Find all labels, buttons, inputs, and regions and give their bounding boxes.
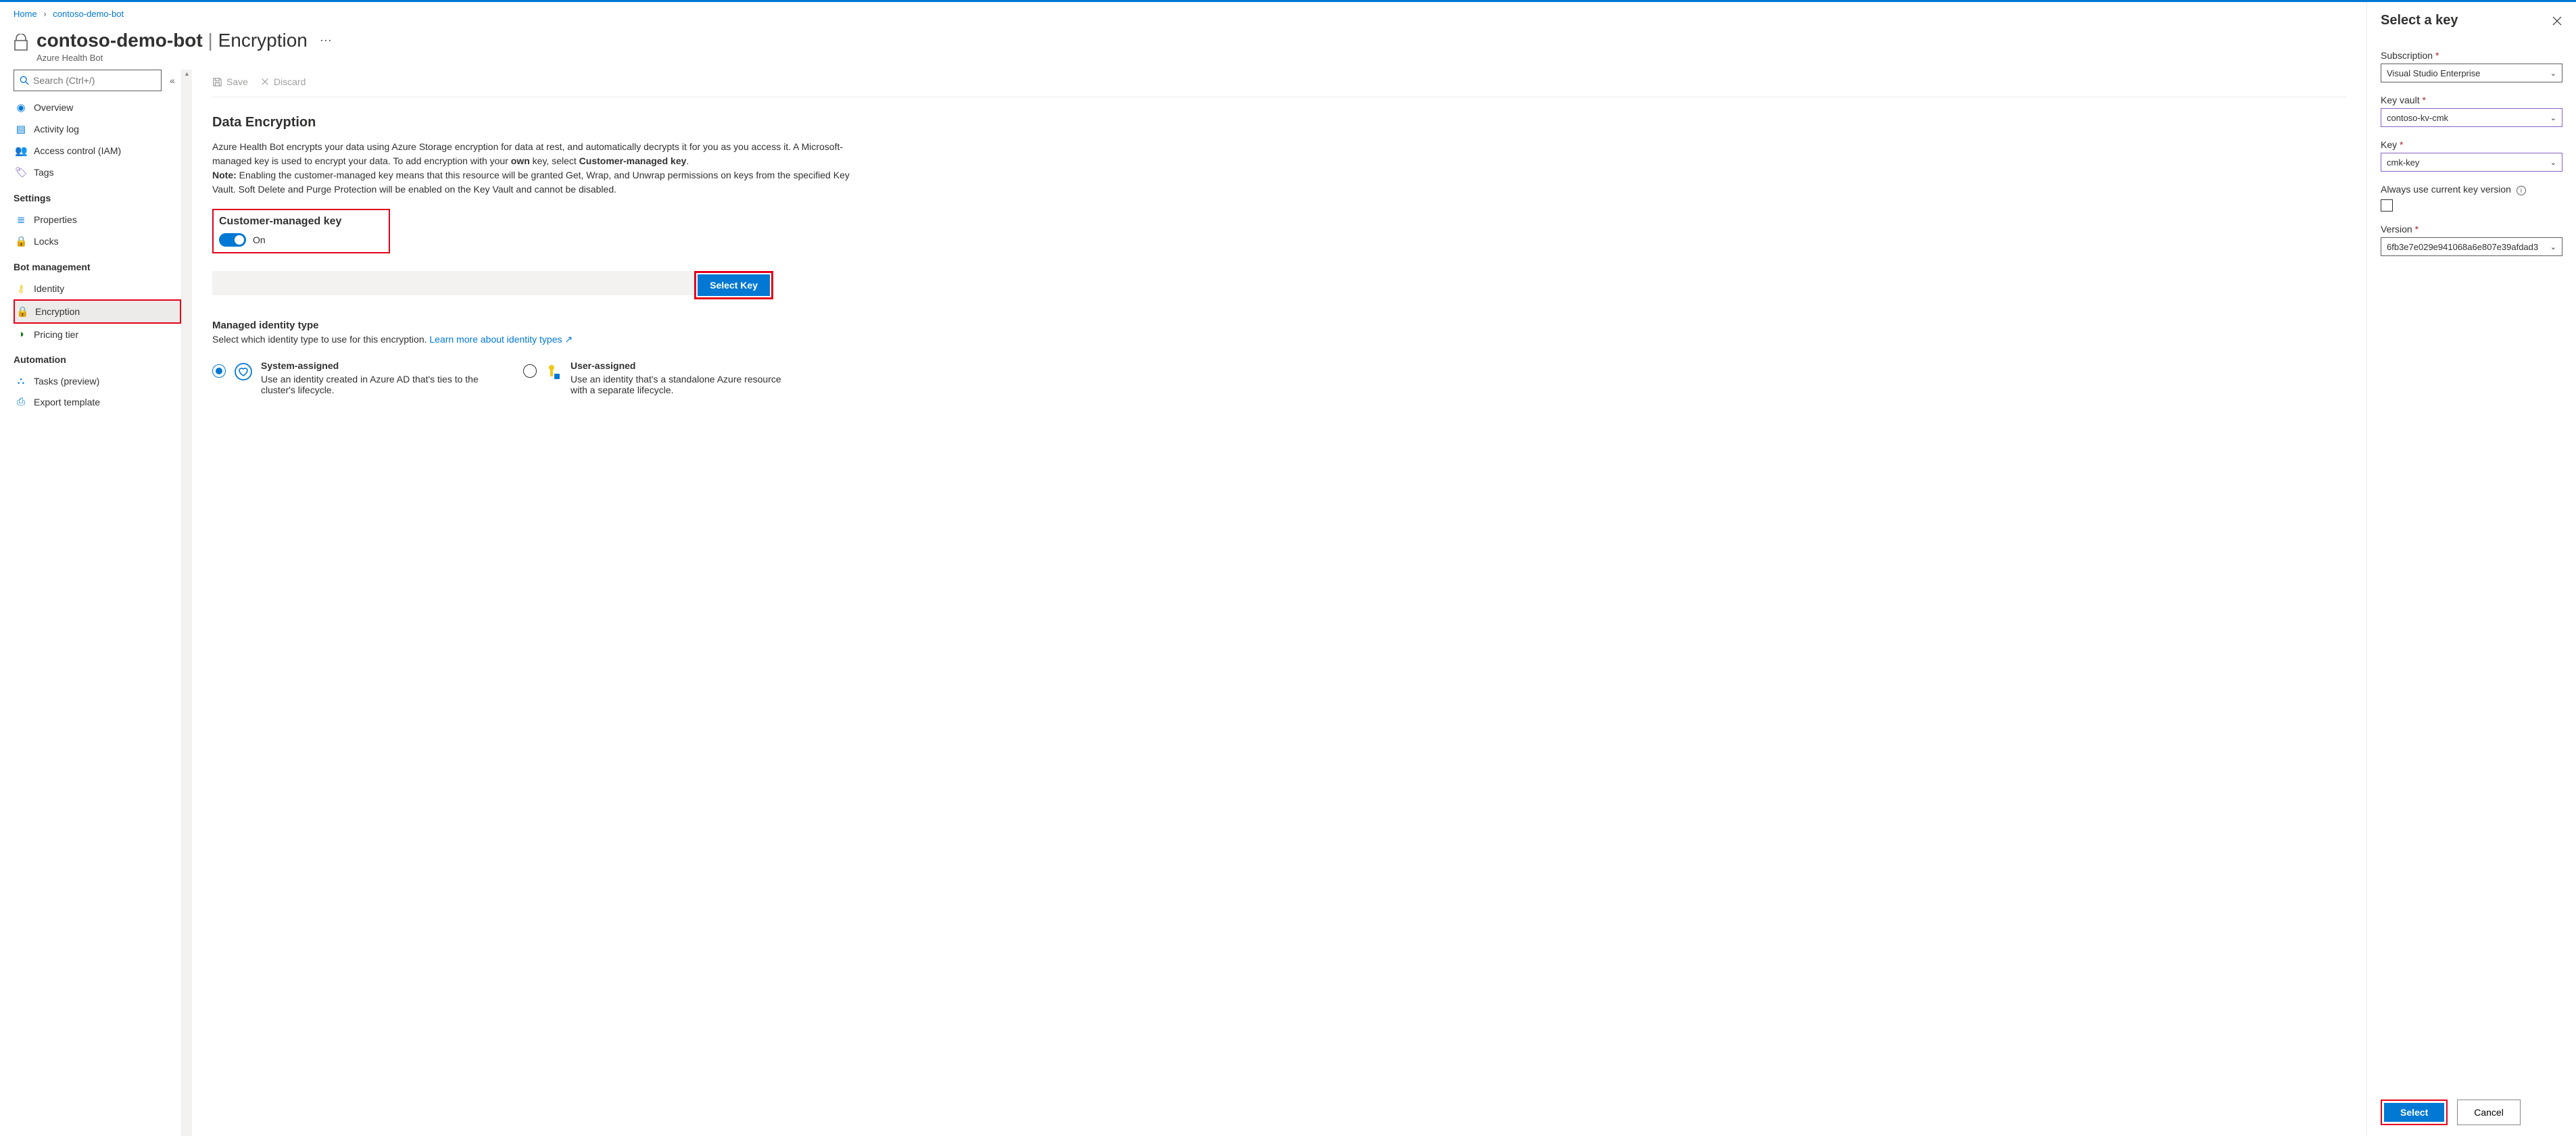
key-uri-input[interactable] xyxy=(212,271,694,295)
sidebar-item-tags[interactable]: 🏷 Tags xyxy=(14,162,181,183)
keyvault-select[interactable]: contoso-kv-cmk ⌄ xyxy=(2381,108,2562,127)
sidebar-item-properties[interactable]: ≣ Properties xyxy=(14,209,181,230)
sidebar-scrollbar[interactable]: ▲ xyxy=(181,70,192,1136)
lock-icon: 🔒 xyxy=(16,305,28,318)
breadcrumb: Home › contoso-demo-bot xyxy=(0,2,2366,26)
sidebar-item-identity[interactable]: ⚷ Identity xyxy=(14,278,181,299)
nav-heading-automation: Automation xyxy=(14,345,181,370)
select-key-button[interactable]: Select Key xyxy=(698,274,770,296)
external-link-icon: ↗ xyxy=(564,334,573,345)
chevron-down-icon: ⌄ xyxy=(2550,158,2556,167)
breadcrumb-resource[interactable]: contoso-demo-bot xyxy=(53,9,124,19)
sidebar-item-label: Identity xyxy=(34,283,64,294)
chevron-down-icon: ⌄ xyxy=(2550,69,2556,78)
more-icon[interactable]: ⋯ xyxy=(316,30,336,52)
version-label: Version * xyxy=(2381,224,2562,234)
option-title: System-assigned xyxy=(261,360,483,371)
encryption-description: Azure Health Bot encrypts your data usin… xyxy=(212,140,861,197)
chevron-down-icon: ⌄ xyxy=(2550,114,2556,122)
panel-title: Select a key xyxy=(2381,13,2458,28)
select-key-highlight: Select Key xyxy=(694,271,773,299)
sidebar-item-label: Locks xyxy=(34,236,59,247)
properties-icon: ≣ xyxy=(15,214,27,226)
sidebar-item-encryption[interactable]: 🔒 Encryption xyxy=(14,299,181,324)
sidebar-item-pricing-tier[interactable]: ◑ Pricing tier xyxy=(14,324,181,345)
sidebar-item-overview[interactable]: ◉ Overview xyxy=(14,97,181,118)
sidebar-item-label: Export template xyxy=(34,397,100,408)
save-button[interactable]: Save xyxy=(212,76,248,87)
overview-icon: ◉ xyxy=(15,101,27,114)
keyvault-label: Key vault * xyxy=(2381,95,2562,105)
lock-icon: 🔒 xyxy=(15,235,27,247)
sidebar-item-label: Access control (IAM) xyxy=(34,145,121,156)
sidebar-item-tasks[interactable]: ⛬ Tasks (preview) xyxy=(14,370,181,391)
sidebar-item-label: Tags xyxy=(34,167,54,178)
option-desc: Use an identity created in Azure AD that… xyxy=(261,374,483,395)
select-key-panel: Select a key Subscription * Visual Studi… xyxy=(2366,2,2576,1136)
breadcrumb-home[interactable]: Home xyxy=(14,9,37,19)
sidebar-item-label: Tasks (preview) xyxy=(34,376,99,387)
tag-icon: 🏷 xyxy=(15,166,27,178)
discard-button[interactable]: Discard xyxy=(260,76,306,87)
tasks-icon: ⛬ xyxy=(15,375,27,387)
info-icon[interactable]: i xyxy=(2517,186,2526,195)
log-icon: ▤ xyxy=(15,123,27,135)
chevron-right-icon: › xyxy=(43,9,46,19)
nav-heading-settings: Settings xyxy=(14,183,181,209)
key-badge-icon xyxy=(545,362,562,382)
search-input[interactable] xyxy=(14,70,162,91)
collapse-sidebar-button[interactable]: « xyxy=(167,72,178,89)
option-title: User-assigned xyxy=(570,360,794,371)
sidebar-item-label: Encryption xyxy=(35,306,80,317)
learn-more-link[interactable]: Learn more about identity types ↗ xyxy=(429,334,573,345)
search-icon xyxy=(20,76,29,85)
sidebar-item-export-template[interactable]: ⎙ Export template xyxy=(14,391,181,412)
export-icon: ⎙ xyxy=(15,396,27,408)
lock-icon xyxy=(14,34,28,51)
cancel-button[interactable]: Cancel xyxy=(2457,1100,2521,1125)
cmk-toggle[interactable] xyxy=(219,233,246,247)
radio-user-assigned[interactable] xyxy=(523,364,537,378)
cmk-highlight-box: Customer-managed key On xyxy=(212,209,390,253)
save-icon xyxy=(212,77,222,87)
key-select[interactable]: cmk-key ⌄ xyxy=(2381,153,2562,172)
radio-system-assigned[interactable] xyxy=(212,364,226,378)
pricing-icon: ◑ xyxy=(15,328,27,340)
sidebar-item-label: Pricing tier xyxy=(34,329,78,340)
cmk-title: Customer-managed key xyxy=(219,216,341,228)
sidebar-item-activity-log[interactable]: ▤ Activity log xyxy=(14,118,181,140)
heart-badge-icon xyxy=(234,362,253,382)
discard-icon xyxy=(260,77,270,87)
page-title: contoso-demo-bot | Encryption xyxy=(37,30,308,51)
select-button-highlight: Select xyxy=(2381,1100,2448,1125)
toggle-label: On xyxy=(253,234,266,245)
option-desc: Use an identity that's a standalone Azur… xyxy=(570,374,794,395)
subscription-label: Subscription * xyxy=(2381,50,2562,61)
people-icon: 👥 xyxy=(15,145,27,157)
close-icon[interactable] xyxy=(2552,16,2562,26)
identity-icon: ⚷ xyxy=(15,282,27,295)
identity-type-heading: Managed identity type xyxy=(212,320,2346,331)
always-current-label: Always use current key version i xyxy=(2381,184,2562,195)
chevron-down-icon: ⌄ xyxy=(2550,243,2556,251)
subscription-select[interactable]: Visual Studio Enterprise ⌄ xyxy=(2381,64,2562,82)
section-title: Data Encryption xyxy=(212,115,2346,130)
sidebar-item-label: Overview xyxy=(34,102,73,113)
nav-heading-bot-management: Bot management xyxy=(14,252,181,278)
sidebar-item-locks[interactable]: 🔒 Locks xyxy=(14,230,181,252)
version-select[interactable]: 6fb3e7e029e941068a6e807e39afdad3 ⌄ xyxy=(2381,237,2562,256)
sidebar-item-label: Activity log xyxy=(34,124,79,134)
always-current-checkbox[interactable] xyxy=(2381,199,2393,212)
scroll-up-icon[interactable]: ▲ xyxy=(182,70,192,78)
sidebar-item-access-control[interactable]: 👥 Access control (IAM) xyxy=(14,140,181,162)
sidebar-item-label: Properties xyxy=(34,214,77,225)
identity-type-desc: Select which identity type to use for th… xyxy=(212,334,2346,345)
key-label: Key * xyxy=(2381,139,2562,150)
select-button[interactable]: Select xyxy=(2384,1103,2444,1122)
resource-type-label: Azure Health Bot xyxy=(37,53,308,63)
